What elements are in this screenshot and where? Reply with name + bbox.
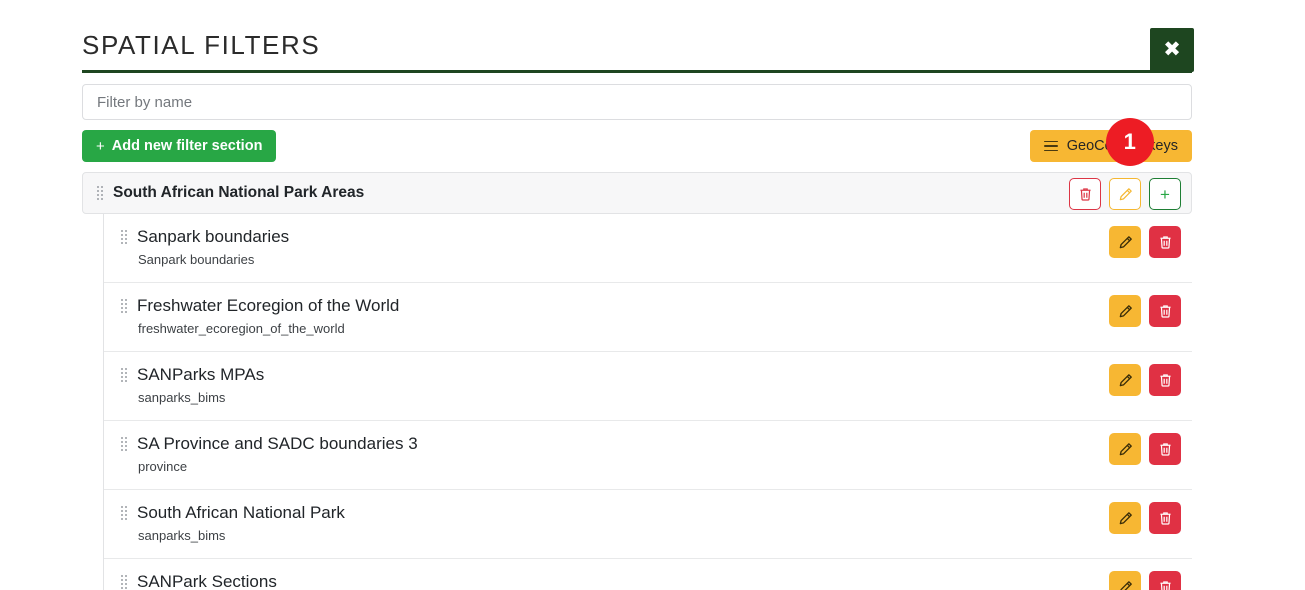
trash-icon bbox=[1158, 510, 1173, 526]
list-item[interactable]: Sanpark boundaries Sanpark boundaries bbox=[104, 214, 1192, 283]
spatial-filters-panel: SPATIAL FILTERS ✖ + Add new filter secti… bbox=[82, 0, 1194, 590]
filter-section-header[interactable]: South African National Park Areas + bbox=[82, 172, 1192, 214]
drag-handle-icon[interactable] bbox=[121, 298, 128, 314]
list-item[interactable]: South African National Park sanparks_bim… bbox=[104, 490, 1192, 559]
delete-filter-button[interactable] bbox=[1149, 571, 1181, 590]
delete-filter-button[interactable] bbox=[1149, 226, 1181, 258]
close-icon: ✖ bbox=[1163, 38, 1181, 61]
add-new-filter-section-label: Add new filter section bbox=[111, 138, 263, 154]
filter-section-actions: + bbox=[1069, 178, 1181, 210]
edit-filter-button[interactable] bbox=[1109, 295, 1141, 327]
edit-filter-button[interactable] bbox=[1109, 433, 1141, 465]
filter-sections: South African National Park Areas + Sanp… bbox=[82, 172, 1192, 590]
filter-section-title: South African National Park Areas bbox=[113, 184, 365, 201]
list-item[interactable]: Freshwater Ecoregion of the World freshw… bbox=[104, 283, 1192, 352]
trash-icon bbox=[1078, 186, 1093, 202]
add-new-filter-section-button[interactable]: + Add new filter section bbox=[82, 130, 277, 162]
edit-filter-button[interactable] bbox=[1109, 571, 1141, 590]
list-item[interactable]: SANParks MPAs sanparks_bims bbox=[104, 352, 1192, 421]
add-filter-button[interactable]: + bbox=[1149, 178, 1181, 210]
geocontext-keys-wrap: GeoContext keys 1 bbox=[1029, 118, 1192, 166]
row-actions bbox=[1109, 364, 1181, 396]
plus-icon: + bbox=[96, 137, 105, 155]
trash-icon bbox=[1158, 234, 1173, 250]
delete-filter-button[interactable] bbox=[1149, 433, 1181, 465]
trash-icon bbox=[1158, 441, 1173, 457]
delete-section-button[interactable] bbox=[1069, 178, 1101, 210]
filter-key: province bbox=[138, 459, 188, 474]
trash-icon bbox=[1158, 303, 1173, 319]
action-bar: + Add new filter section GeoContext keys… bbox=[82, 118, 1192, 166]
drag-handle-icon[interactable] bbox=[97, 185, 104, 201]
filter-key: sanparks_bims bbox=[138, 528, 226, 543]
pencil-icon bbox=[1118, 235, 1133, 250]
pencil-icon bbox=[1118, 187, 1133, 202]
delete-filter-button[interactable] bbox=[1149, 295, 1181, 327]
pencil-icon bbox=[1118, 580, 1133, 590]
plus-icon: + bbox=[1160, 184, 1170, 204]
filter-name: SANPark Sections bbox=[137, 572, 277, 590]
drag-handle-icon[interactable] bbox=[121, 367, 128, 383]
filter-key: freshwater_ecoregion_of_the_world bbox=[138, 321, 345, 336]
row-actions bbox=[1109, 226, 1181, 258]
drag-handle-icon[interactable] bbox=[121, 505, 128, 521]
delete-filter-button[interactable] bbox=[1149, 364, 1181, 396]
filter-key: Sanpark boundaries bbox=[138, 252, 255, 267]
filter-key: sanparks_bims bbox=[138, 390, 226, 405]
drag-handle-icon[interactable] bbox=[121, 574, 128, 590]
filter-name: SA Province and SADC boundaries 3 bbox=[137, 434, 418, 453]
list-item[interactable]: SA Province and SADC boundaries 3 provin… bbox=[104, 421, 1192, 490]
trash-icon bbox=[1158, 579, 1173, 590]
filter-name: South African National Park bbox=[137, 503, 345, 522]
hamburger-icon bbox=[1043, 140, 1058, 152]
pencil-icon bbox=[1118, 304, 1133, 319]
search-input[interactable] bbox=[82, 84, 1192, 120]
edit-filter-button[interactable] bbox=[1109, 502, 1141, 534]
title-divider bbox=[82, 70, 1192, 73]
filter-name: Sanpark boundaries bbox=[137, 227, 290, 246]
edit-filter-button[interactable] bbox=[1109, 364, 1141, 396]
panel-header: SPATIAL FILTERS ✖ bbox=[82, 0, 1194, 73]
filter-name: Freshwater Ecoregion of the World bbox=[137, 296, 400, 315]
trash-icon bbox=[1158, 372, 1173, 388]
filter-list: Sanpark boundaries Sanpark boundaries Fr… bbox=[103, 214, 1192, 590]
edit-section-button[interactable] bbox=[1109, 178, 1141, 210]
pencil-icon bbox=[1118, 373, 1133, 388]
pencil-icon bbox=[1118, 442, 1133, 457]
row-actions bbox=[1109, 571, 1181, 590]
close-button[interactable]: ✖ bbox=[1150, 28, 1194, 72]
row-actions bbox=[1109, 433, 1181, 465]
pencil-icon bbox=[1118, 511, 1133, 526]
filter-name: SANParks MPAs bbox=[137, 365, 265, 384]
row-actions bbox=[1109, 295, 1181, 327]
delete-filter-button[interactable] bbox=[1149, 502, 1181, 534]
drag-handle-icon[interactable] bbox=[121, 229, 128, 245]
page-title: SPATIAL FILTERS bbox=[82, 30, 321, 60]
row-actions bbox=[1109, 502, 1181, 534]
spatial-filters-page: SPATIAL FILTERS ✖ + Add new filter secti… bbox=[0, 0, 1305, 590]
status-badge: 1 bbox=[1105, 118, 1154, 166]
drag-handle-icon[interactable] bbox=[121, 436, 128, 452]
edit-filter-button[interactable] bbox=[1109, 226, 1141, 258]
list-item[interactable]: SANPark Sections bbox=[104, 559, 1192, 590]
